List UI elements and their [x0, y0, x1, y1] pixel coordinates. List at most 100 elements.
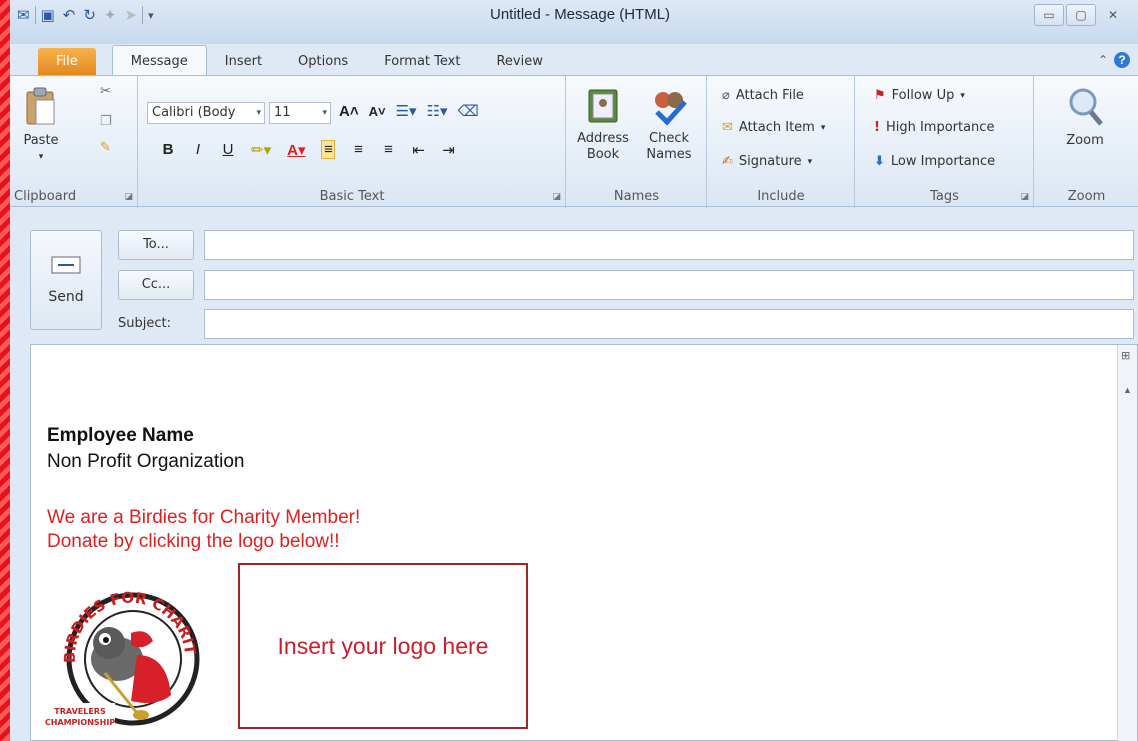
copy-button[interactable]: ❐ [100, 114, 112, 129]
tab-format-text[interactable]: Format Text [366, 48, 478, 76]
donate-text: Donate by clicking the logo below!! [47, 531, 340, 552]
birdies-for-charity-logo[interactable]: BIRDIES FOR CHARITY TRAVELERS CHAMPIONSH… [39, 559, 203, 735]
signature-organization: Non Profit Organization [47, 451, 245, 472]
ribbon: Paste ▾ ✂ ❐ ✎ Clipboard ◪ Calibri (Body … [10, 75, 1138, 208]
scroll-up-icon[interactable]: ▲ [1123, 385, 1132, 395]
tab-review[interactable]: Review [478, 48, 560, 76]
send-label: Send [48, 289, 84, 305]
underline-icon[interactable]: U [221, 141, 235, 158]
font-row-1: A˄ A˅ ☰▾ ☷▾ ⌫ [339, 102, 479, 121]
zoom-group-label: Zoom [1067, 189, 1106, 204]
clear-formatting-icon[interactable]: ⌫ [458, 102, 479, 120]
bold-icon[interactable]: B [161, 141, 175, 158]
exclamation-icon: ! [874, 120, 880, 135]
tab-options[interactable]: Options [280, 48, 366, 76]
copy-icon: ❐ [100, 114, 112, 129]
font-name-combo[interactable]: Calibri (Body ▾ [147, 102, 265, 124]
align-left-icon[interactable]: ≡ [321, 140, 336, 159]
clipboard-group-label: Clipboard [14, 189, 77, 204]
high-importance-button[interactable]: ! High Importance [874, 120, 994, 135]
customize-toolbar-icon[interactable]: ▾ [145, 9, 157, 22]
low-importance-button[interactable]: ⬇ Low Importance [874, 154, 995, 169]
scissors-icon: ✂ [100, 84, 111, 99]
tab-file[interactable]: File [38, 48, 96, 76]
quick-access-toolbar: ✉ ▣ ↶ ↻ ✦ ➤ ▾ [14, 6, 157, 24]
attach-item-button[interactable]: ✉ Attach Item ▾ [722, 120, 825, 135]
italic-icon[interactable]: I [191, 141, 205, 158]
magnifier-icon [1069, 88, 1103, 126]
tags-group: ⚑ Follow Up ▾ ! High Importance ⬇ Low Im… [856, 76, 1034, 208]
minimize-ribbon-icon[interactable]: ⌃ [1098, 53, 1108, 67]
check-names-button[interactable]: Check Names [639, 86, 699, 163]
undo-icon[interactable]: ↶ [60, 6, 79, 24]
align-right-icon[interactable]: ≡ [381, 141, 395, 158]
align-center-icon[interactable]: ≡ [351, 141, 365, 158]
follow-up-label: Follow Up [891, 88, 955, 103]
cut-button[interactable]: ✂ [100, 84, 111, 99]
redo-icon[interactable]: ↻ [80, 6, 99, 24]
tab-insert[interactable]: Insert [207, 48, 280, 76]
window-controls: ▭ ▢ ✕ [1034, 4, 1128, 26]
outlook-icon[interactable]: ✉ [14, 6, 33, 24]
paste-label: Paste [23, 133, 59, 148]
flag-icon: ⚑ [874, 88, 886, 103]
body-scrollbar[interactable]: ⊞ ▲ [1117, 345, 1137, 741]
decrease-indent-icon[interactable]: ⇤ [411, 141, 425, 159]
names-group: Address Book Check Names Names [567, 76, 707, 208]
help-icon[interactable]: ? [1114, 52, 1130, 68]
zoom-button[interactable]: Zoom [1055, 86, 1115, 149]
increase-indent-icon[interactable]: ⇥ [441, 141, 455, 159]
check-names-label-1: Check [649, 131, 689, 146]
highlight-icon[interactable]: ✏▾ [251, 141, 271, 159]
to-input[interactable] [204, 230, 1134, 260]
close-icon[interactable]: ✕ [1098, 4, 1128, 26]
font-size-value: 11 [274, 105, 291, 120]
tags-launcher-icon[interactable]: ◪ [1020, 191, 1029, 202]
grow-font-icon[interactable]: A˄ [339, 103, 359, 120]
clipboard-launcher-icon[interactable]: ◪ [124, 191, 133, 202]
font-color-icon[interactable]: A▾ [287, 141, 305, 159]
bullets-icon[interactable]: ☰▾ [396, 102, 417, 120]
signature-button[interactable]: ✍ Signature ▾ [722, 154, 812, 169]
message-header: Send To... Cc... Subject: [10, 208, 1138, 344]
ruler-toggle-icon[interactable]: ⊞ [1121, 349, 1130, 362]
arrow-down-icon[interactable]: ➤ [122, 6, 141, 24]
toolbar-separator [142, 6, 144, 24]
send-icon [51, 256, 81, 274]
cc-button[interactable]: Cc... [118, 270, 194, 300]
logo-travelers-text: TRAVELERS [54, 707, 106, 716]
paste-dropdown-icon: ▾ [38, 152, 44, 162]
arrow-down-icon: ⬇ [874, 154, 885, 169]
paste-button[interactable]: Paste ▾ [20, 86, 62, 165]
send-button[interactable]: Send [30, 230, 102, 330]
font-size-combo[interactable]: 11 ▾ [269, 102, 331, 124]
zoom-group: Zoom Zoom [1035, 76, 1138, 208]
include-group: ⌀ Attach File ✉ Attach Item ▾ ✍ Signatur… [708, 76, 855, 208]
shrink-font-icon[interactable]: A˅ [369, 104, 386, 119]
address-book-button[interactable]: Address Book [573, 86, 633, 163]
minimize-icon[interactable]: ▭ [1034, 4, 1064, 26]
subject-input[interactable] [204, 309, 1134, 339]
tab-message[interactable]: Message [111, 45, 207, 76]
cc-input[interactable] [204, 270, 1134, 300]
signature-label: Signature [738, 154, 802, 169]
window-title: Untitled - Message (HTML) [490, 6, 671, 23]
names-group-label: Names [613, 189, 660, 204]
save-icon[interactable]: ▣ [38, 6, 58, 24]
address-book-label-2: Book [586, 147, 620, 162]
to-button[interactable]: To... [118, 230, 194, 260]
title-bar: ✉ ▣ ↶ ↻ ✦ ➤ ▾ Untitled - Message (HTML) … [10, 0, 1138, 44]
check-names-icon [655, 92, 687, 126]
maximize-icon[interactable]: ▢ [1066, 4, 1096, 26]
basic-text-launcher-icon[interactable]: ◪ [552, 191, 561, 202]
tabs-right-controls: ⌃ ? [1098, 52, 1130, 68]
attach-file-button[interactable]: ⌀ Attach File [722, 88, 804, 103]
follow-up-button[interactable]: ⚑ Follow Up ▾ [874, 88, 965, 103]
chevron-down-icon: ▾ [807, 156, 813, 167]
chevron-down-icon: ▾ [322, 108, 327, 118]
arrow-up-icon[interactable]: ✦ [101, 6, 120, 24]
format-painter-button[interactable]: ✎ [100, 140, 111, 155]
zoom-label: Zoom [1066, 133, 1104, 148]
numbering-icon[interactable]: ☷▾ [427, 102, 448, 120]
message-body[interactable]: Employee Name Non Profit Organization We… [30, 344, 1138, 741]
